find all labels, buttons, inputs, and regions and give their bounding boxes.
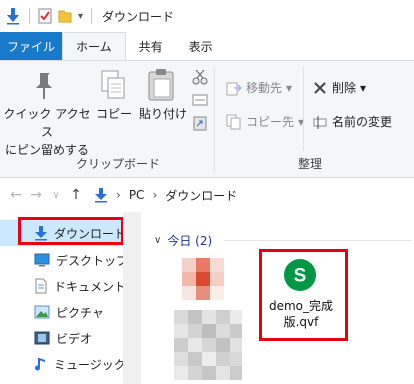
paste-button[interactable]: 貼り付け: [136, 105, 190, 123]
breadcrumb-downloads[interactable]: ダウンロード: [165, 187, 237, 204]
nav-item-pictures[interactable]: ピクチャ: [0, 299, 130, 325]
group-header-label: 今日 (2): [167, 234, 213, 248]
group-divider: [224, 240, 412, 241]
blurred-file-thumbnail[interactable]: [172, 252, 242, 384]
document-icon: [35, 278, 47, 294]
nav-item-desktop[interactable]: デスクトップ: [0, 247, 130, 273]
tab-share[interactable]: 共有: [126, 32, 176, 60]
group-header-today[interactable]: ∨ 今日 (2): [154, 232, 212, 249]
ribbon-divider: [303, 67, 304, 151]
copy-icon: [101, 70, 125, 99]
address-row: ← → ∨ ↑ › PC › ダウンロード: [0, 178, 414, 212]
nav-item-music[interactable]: ミュージック: [0, 351, 130, 377]
move-to-icon: [226, 82, 242, 95]
group-label-clipboard: クリップボード: [76, 157, 161, 171]
rename-label: 名前の変更: [332, 115, 393, 129]
paste-icon: [148, 69, 174, 101]
paste-shortcut-icon[interactable]: [193, 115, 207, 131]
delete-button[interactable]: 削除 ▾: [312, 79, 366, 96]
ribbon-divider: [214, 67, 215, 173]
nav-label-documents: ドキュメント: [54, 279, 127, 294]
nav-item-videos[interactable]: ビデオ: [0, 325, 130, 351]
tab-file[interactable]: ファイル: [0, 32, 62, 60]
breadcrumb-separator-icon: ›: [116, 188, 121, 202]
picture-icon: [34, 305, 50, 319]
qat-dropdown-icon[interactable]: ▾: [78, 11, 83, 22]
ribbon-tabs: ファイル ホーム 共有 表示: [0, 32, 414, 60]
copy-to-icon: [226, 114, 241, 129]
rename-button[interactable]: 名前の変更: [312, 113, 392, 130]
forward-arrow-icon[interactable]: →: [26, 187, 46, 203]
delete-x-icon: [314, 81, 326, 94]
quick-access-toolbar: ▾: [0, 7, 94, 25]
qat-divider: [91, 8, 93, 24]
rename-icon: [313, 115, 327, 129]
tab-view[interactable]: 表示: [176, 32, 226, 60]
highlight-box-file: [259, 249, 348, 341]
nav-scrollbar[interactable]: [123, 212, 141, 384]
cut-icon[interactable]: [192, 69, 208, 85]
video-icon: [34, 331, 50, 345]
nav-label-pictures: ピクチャ: [56, 305, 104, 320]
up-arrow-icon[interactable]: ↑: [66, 187, 86, 203]
highlight-box-downloads: [18, 217, 124, 245]
ribbon: クイック アクセス にピン留めする コピー 貼り付け 移動先 ▾ コピー先 ▾ …: [0, 60, 414, 178]
title-bar: ▾ ダウンロード: [0, 0, 414, 32]
nav-label-videos: ビデオ: [56, 331, 93, 346]
recent-chevron-down-icon[interactable]: ∨: [46, 190, 66, 201]
collapse-chevron-icon[interactable]: ∨: [154, 235, 161, 246]
tab-home[interactable]: ホーム: [62, 32, 126, 60]
delete-dropdown-icon: ▾: [360, 80, 367, 95]
copy-path-icon[interactable]: [192, 93, 208, 107]
nav-item-documents[interactable]: ドキュメント: [0, 273, 130, 299]
breadcrumb-separator-icon: ›: [152, 188, 158, 202]
pin-icon: [36, 73, 52, 99]
nav-label-music: ミュージック: [54, 357, 126, 372]
back-arrow-icon[interactable]: ←: [6, 187, 26, 203]
nav-label-desktop: デスクトップ: [56, 253, 129, 268]
move-to-label: 移動先: [246, 81, 283, 95]
breadcrumb-pc[interactable]: PC: [129, 188, 145, 202]
window-title: ダウンロード: [102, 9, 175, 24]
qat-divider: [29, 8, 30, 24]
copy-to-button[interactable]: コピー先 ▾: [226, 113, 304, 130]
copy-to-label: コピー先: [246, 115, 295, 129]
pin-quick-access-button[interactable]: クイック アクセス にピン留めする: [2, 105, 92, 159]
properties-icon[interactable]: [38, 8, 52, 24]
copy-button[interactable]: コピー: [96, 105, 132, 123]
pin-label-line1: クイック アクセス: [3, 107, 91, 139]
address-bar[interactable]: › PC › ダウンロード: [94, 183, 414, 207]
desktop-icon: [34, 253, 50, 267]
download-arrow-icon: [7, 8, 19, 25]
download-folder-icon: [95, 188, 107, 203]
move-to-button[interactable]: 移動先 ▾: [226, 79, 292, 96]
music-note-icon: [35, 358, 45, 371]
delete-label: 削除: [332, 81, 357, 95]
new-folder-icon[interactable]: [58, 8, 72, 24]
group-label-organize: 整理: [298, 157, 323, 171]
move-to-dropdown-icon: ▾: [286, 80, 293, 95]
